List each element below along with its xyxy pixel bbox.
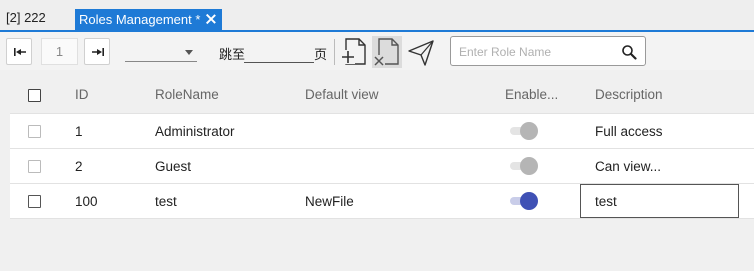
add-document-icon[interactable] — [340, 36, 370, 68]
jump-to-label: 跳至 — [219, 47, 246, 62]
cell-description: Full access — [595, 123, 663, 139]
tab-roles-management[interactable]: Roles Management * — [75, 9, 222, 30]
first-page-button[interactable] — [6, 38, 32, 65]
column-header-enabled[interactable]: Enable... — [505, 76, 558, 113]
search-input[interactable] — [459, 43, 609, 61]
toolbar: 1 跳至 页 — [0, 30, 754, 70]
tab-roles-management-label: Roles Management * — [79, 12, 201, 27]
table-header: ID RoleName Default view Enable... Descr… — [10, 76, 754, 114]
column-header-description[interactable]: Description — [595, 76, 663, 113]
send-icon[interactable] — [406, 36, 436, 68]
search-icon[interactable] — [621, 44, 637, 60]
cell-rolename: Administrator — [155, 123, 235, 139]
cell-rolename: Guest — [155, 158, 192, 174]
cell-id: 2 — [75, 158, 83, 174]
tab-bar: [2] 222 Roles Management * — [0, 0, 754, 30]
cell-default-view: NewFile — [305, 193, 354, 209]
column-header-rolename[interactable]: RoleName — [155, 76, 219, 113]
table-row[interactable]: 100 test NewFile test — [10, 184, 754, 219]
column-header-default-view[interactable]: Default view — [305, 76, 379, 113]
row-checkbox[interactable] — [28, 160, 41, 173]
page-number-box[interactable]: 1 — [41, 38, 78, 65]
cell-id: 100 — [75, 193, 98, 209]
enabled-toggle[interactable] — [508, 192, 542, 210]
first-page-icon — [14, 48, 26, 56]
enabled-toggle[interactable] — [508, 122, 542, 140]
jump-page-input[interactable] — [244, 44, 314, 63]
table-row[interactable]: 1 Administrator Full access — [10, 114, 754, 149]
cell-description: Can view... — [595, 158, 662, 174]
select-all-checkbox[interactable] — [28, 88, 41, 102]
last-page-button[interactable] — [84, 38, 110, 65]
row-checkbox[interactable] — [28, 195, 41, 208]
cell-rolename: test — [155, 193, 177, 209]
toolbar-divider — [334, 39, 335, 65]
page-suffix-label: 页 — [314, 47, 328, 62]
column-header-id[interactable]: ID — [75, 76, 89, 113]
close-icon[interactable] — [204, 9, 218, 30]
role-search-box — [450, 36, 646, 66]
row-checkbox[interactable] — [28, 125, 41, 138]
delete-document-icon[interactable] — [372, 36, 402, 68]
page-size-select[interactable] — [125, 42, 197, 62]
table-row[interactable]: 2 Guest Can view... — [10, 149, 754, 184]
chevron-down-icon — [185, 50, 193, 55]
enabled-toggle[interactable] — [508, 157, 542, 175]
cell-id: 1 — [75, 123, 83, 139]
description-edit-field[interactable]: test — [580, 184, 739, 218]
last-page-icon — [92, 48, 104, 56]
roles-table: ID RoleName Default view Enable... Descr… — [10, 76, 754, 219]
tab-222[interactable]: [2] 222 — [6, 10, 46, 25]
